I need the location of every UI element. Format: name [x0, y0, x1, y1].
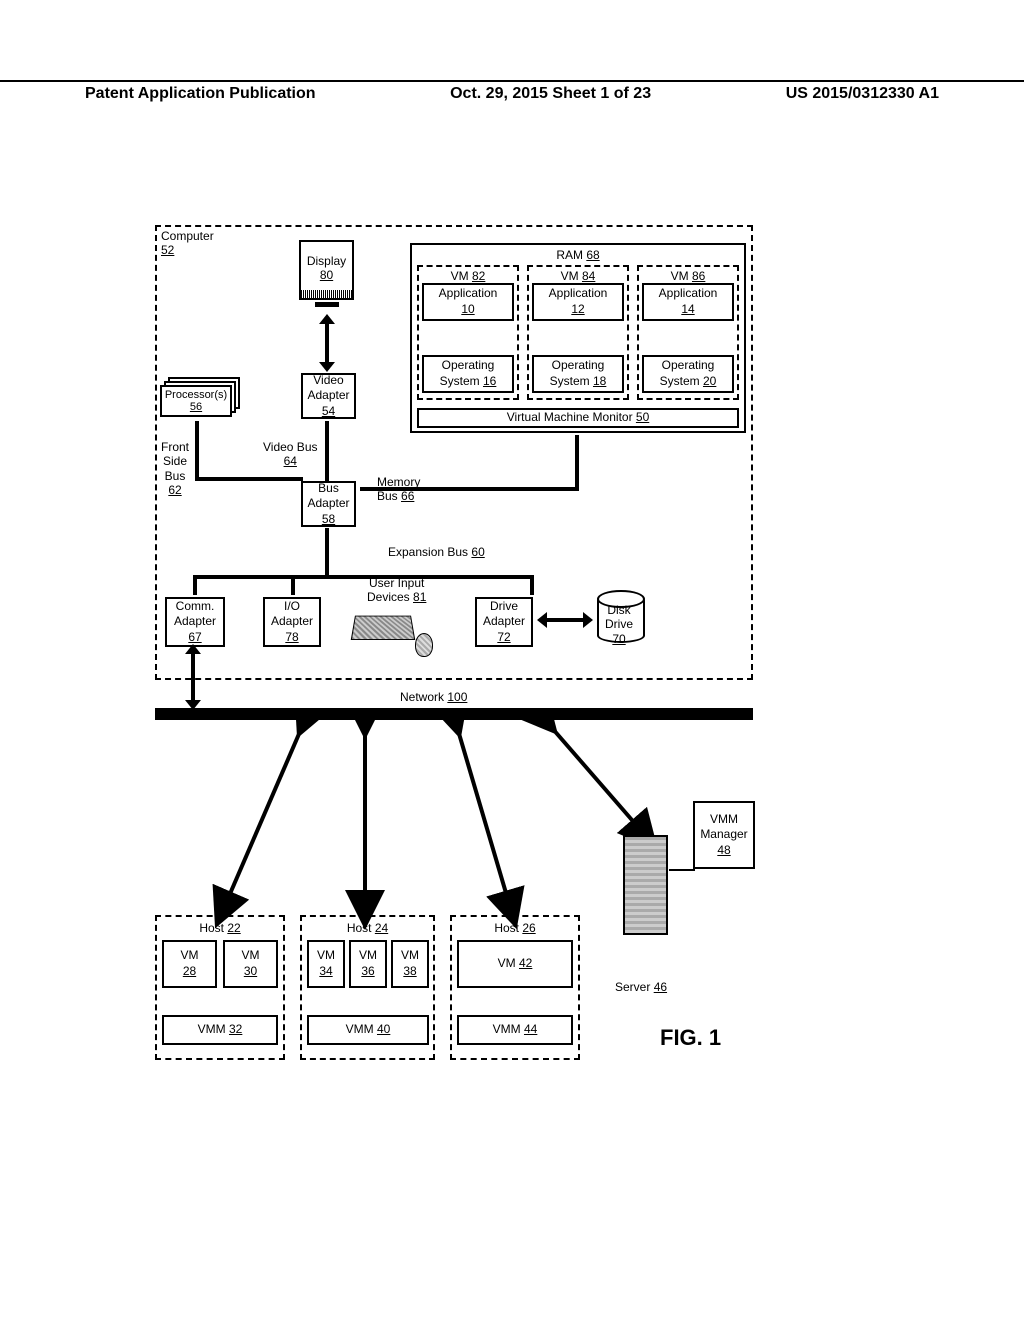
vm-42: VM 42 — [457, 940, 573, 988]
bus-adapter: BusAdapter 58 — [301, 481, 356, 527]
expansion-bus: Expansion Bus 60 — [388, 545, 485, 559]
vmm-manager: VMMManager 48 — [693, 801, 755, 869]
os-16: OperatingSystem 16 — [422, 355, 514, 393]
drive-adapter: DriveAdapter 72 — [475, 597, 533, 647]
server-label: Server 46 — [615, 980, 667, 994]
header-right: US 2015/0312330 A1 — [786, 85, 939, 103]
vmm-32: VMM 32 — [162, 1015, 278, 1045]
computer-title: Computer 52 — [161, 229, 214, 258]
app-12: Application12 — [532, 283, 624, 321]
header-left: Patent Application Publication — [85, 85, 316, 103]
vm-38: VM38 — [391, 940, 429, 988]
user-input-label: User InputDevices 81 — [367, 576, 426, 605]
header-center: Oct. 29, 2015 Sheet 1 of 23 — [450, 85, 651, 103]
vm-30: VM30 — [223, 940, 278, 988]
server-tower — [623, 835, 668, 935]
mouse-icon — [415, 633, 433, 657]
figure-label: FIG. 1 — [660, 1025, 721, 1051]
drive-disk-arrow — [545, 618, 585, 622]
vm-36: VM36 — [349, 940, 387, 988]
network-label: Network 100 — [400, 690, 467, 704]
keyboard-icon — [351, 616, 416, 640]
app-14: Application14 — [642, 283, 734, 321]
app-10: Application10 — [422, 283, 514, 321]
vmm-50: Virtual Machine Monitor 50 — [417, 408, 739, 428]
vmm-40: VMM 40 — [307, 1015, 429, 1045]
page-header: Patent Application Publication Oct. 29, … — [0, 80, 1024, 103]
comm-adapter: Comm.Adapter 67 — [165, 597, 225, 647]
disk-drive-label: DiskDrive70 — [605, 603, 633, 646]
ram-label: RAM 68 — [556, 248, 599, 264]
vmm-44: VMM 44 — [457, 1015, 573, 1045]
front-side-bus: FrontSideBus62 — [161, 440, 189, 498]
vm-28: VM28 — [162, 940, 217, 988]
io-adapter: I/OAdapter 78 — [263, 597, 321, 647]
video-adapter-label: VideoAdapter — [307, 373, 349, 404]
processors: Processor(s) 56 — [160, 377, 242, 417]
comm-network-arrow — [191, 652, 195, 702]
diagram-container: Computer 52 Display 80 Processor(s) 56 V… — [155, 225, 755, 1075]
video-bus-label: Video Bus64 — [263, 440, 318, 469]
video-adapter: VideoAdapter 54 — [301, 373, 356, 419]
network-bar — [155, 708, 753, 720]
video-bus-arrow — [325, 322, 329, 364]
vm-34: VM34 — [307, 940, 345, 988]
os-20: OperatingSystem 20 — [642, 355, 734, 393]
os-18: OperatingSystem 18 — [532, 355, 624, 393]
line-proc-bus — [195, 421, 199, 481]
